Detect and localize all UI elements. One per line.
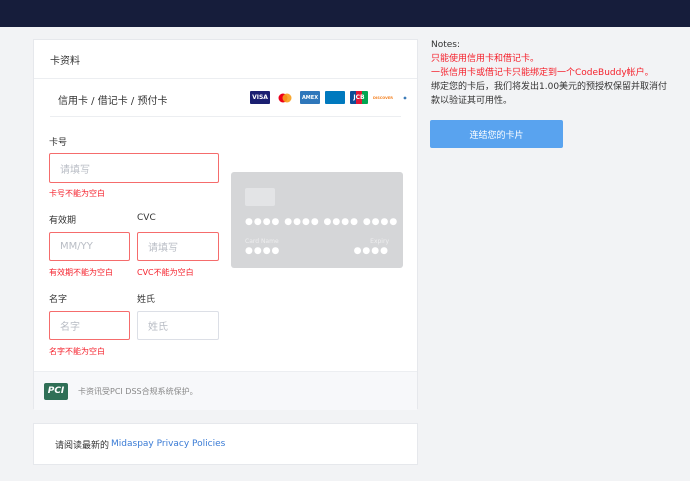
expiry-label: 有效期: [49, 216, 77, 226]
notes-line-2: 一张信用卡或借记卡只能绑定到一个CodeBuddy帐户。: [431, 68, 654, 78]
card-name-dots: ●●●●: [245, 246, 281, 256]
jcb-logo: JCB: [350, 91, 368, 104]
card-types-label: 信用卡 / 借记卡 / 预付卡: [58, 96, 168, 107]
diners-club-logo: [325, 91, 345, 104]
last-name-label: 姓氏: [137, 295, 156, 305]
card-number-label: 卡号: [49, 138, 68, 148]
notes-panel: Notes: 只能使用信用卡和借记卡。 一张信用卡或借记卡只能绑定到一个Code…: [431, 38, 671, 108]
card-brand-logos: VISA AMEX JCB DISCOVER ◉: [250, 91, 412, 104]
card-expiry-dots: ●●●●: [353, 246, 389, 256]
privacy-prefix: 请阅读最新的: [55, 440, 110, 451]
last-name-input[interactable]: 姓氏: [137, 311, 219, 340]
first-name-error: 名字不能为空白: [49, 347, 105, 356]
card-name-label: Card Name: [245, 238, 279, 245]
pci-text: 卡资讯受PCI DSS合规系统保护。: [78, 386, 198, 396]
card-preview: ●●●● ●●●● ●●●● ●●●● Card Name Expiry ●●●…: [231, 172, 403, 268]
privacy-policy-link[interactable]: Midaspay Privacy Policies: [111, 439, 225, 449]
notes-line-3: 绑定您的卡后，我们将发出1.00美元的预授权保留并取消付款以验证其可用性。: [431, 82, 668, 106]
cvc-input[interactable]: 请填写: [137, 232, 219, 261]
card-number-error: 卡号不能为空白: [49, 189, 105, 198]
divider: [50, 116, 401, 117]
visa-logo: VISA: [250, 91, 270, 104]
unionpay-logo: ◉: [398, 91, 412, 104]
cvc-error: CVC不能为空白: [137, 268, 194, 277]
chip-icon: [245, 188, 275, 206]
card-details-header: 卡资料: [34, 40, 417, 79]
privacy-notice: 请阅读最新的 Midaspay Privacy Policies: [33, 423, 418, 465]
expiry-error: 有效期不能为空白: [49, 268, 113, 277]
card-number-input[interactable]: 请填写: [49, 153, 219, 183]
first-name-input[interactable]: 名字: [49, 311, 130, 340]
pci-logo: PCI: [44, 382, 68, 400]
pci-notice: PCI 卡资讯受PCI DSS合规系统保护。: [34, 371, 417, 410]
expiry-input[interactable]: MM/YY: [49, 232, 130, 261]
mastercard-logo: [275, 91, 295, 104]
amex-logo: AMEX: [300, 91, 320, 104]
card-number-dots: ●●●● ●●●● ●●●● ●●●●: [245, 217, 399, 227]
discover-logo: DISCOVER: [373, 91, 393, 104]
card-expiry-label: Expiry: [370, 238, 389, 245]
cvc-label: CVC: [137, 213, 156, 223]
card-details-panel: 卡资料 信用卡 / 借记卡 / 预付卡 VISA AMEX JCB DISCOV…: [33, 39, 418, 410]
first-name-label: 名字: [49, 295, 68, 305]
link-card-button[interactable]: 连结您的卡片: [430, 120, 563, 148]
top-nav-bar: [0, 0, 690, 27]
notes-title: Notes:: [431, 40, 461, 50]
notes-line-1: 只能使用信用卡和借记卡。: [431, 54, 540, 64]
